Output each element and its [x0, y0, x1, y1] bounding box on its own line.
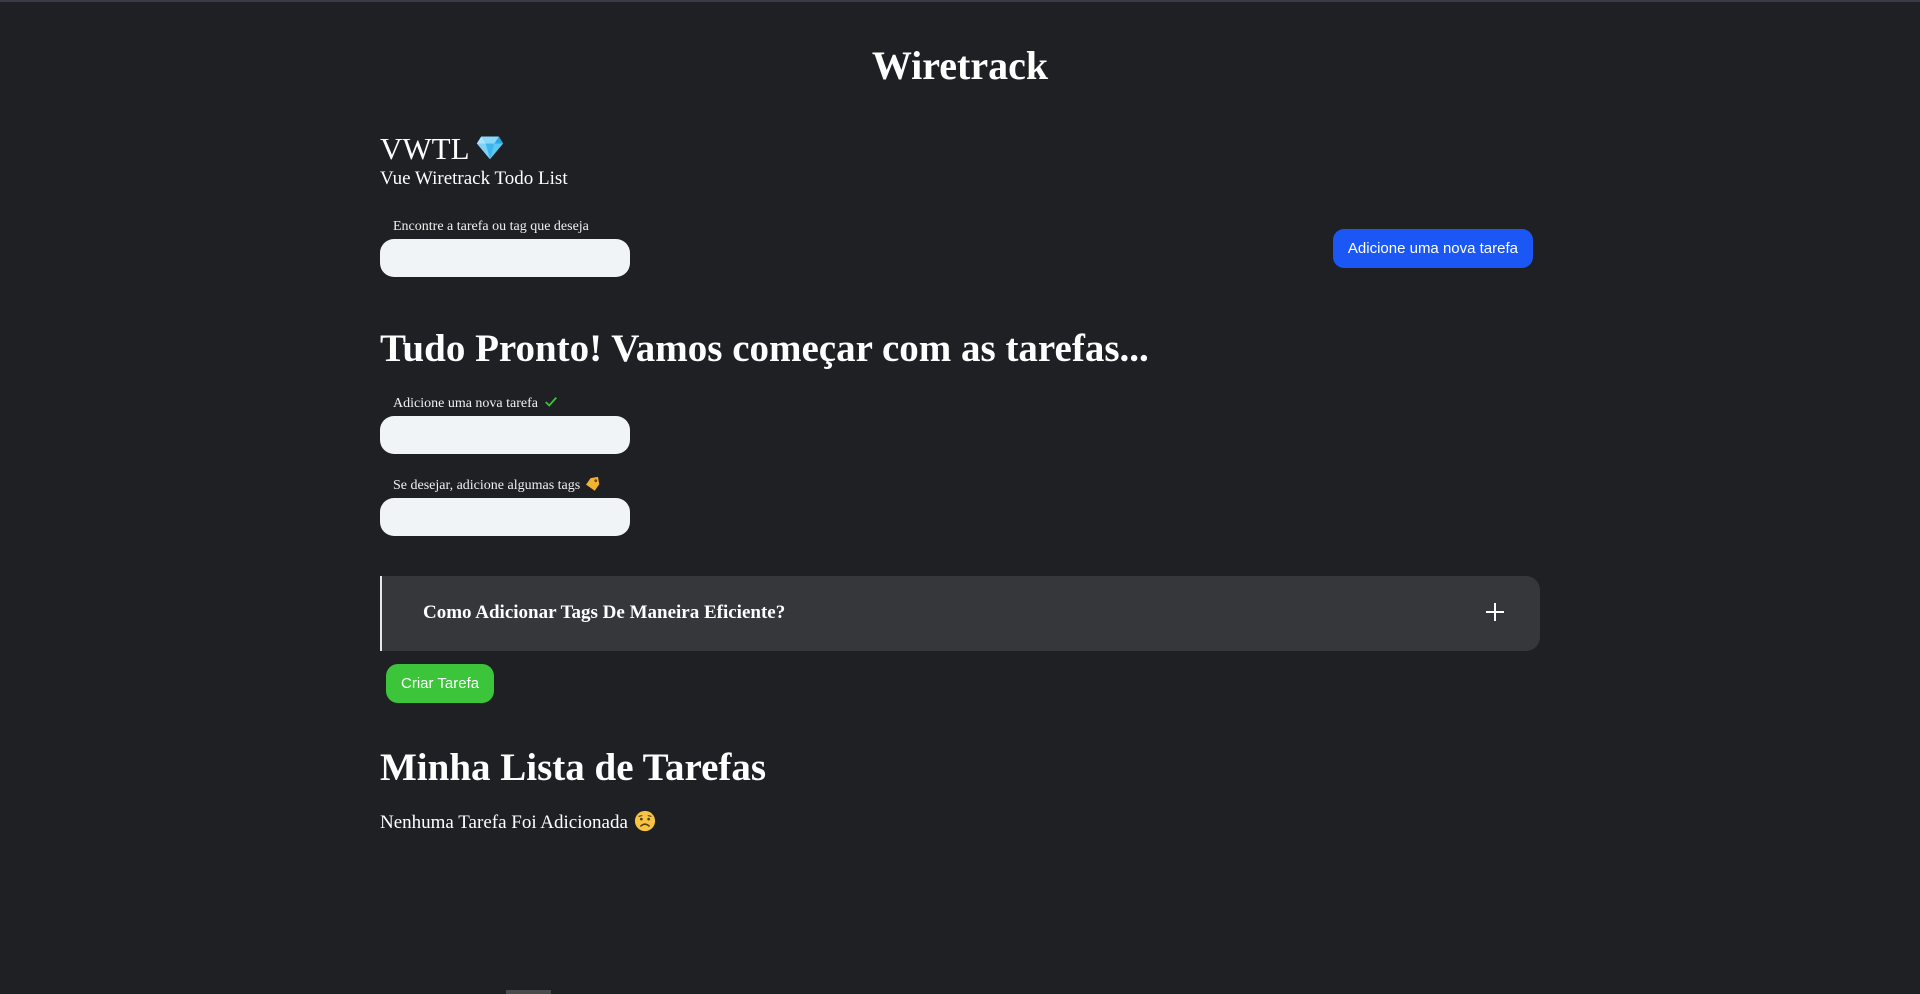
main-container: VWTL Vue Wiretrack Todo List Encontre a … [380, 130, 1540, 836]
brand-block: VWTL Vue Wiretrack Todo List [380, 130, 1540, 192]
create-task-button[interactable]: Criar Tarefa [386, 664, 495, 704]
accordion-title: Como Adicionar Tags De Maneira Eficiente… [423, 602, 786, 624]
plus-icon[interactable] [1485, 602, 1505, 622]
empty-list-message: Nenhuma Tarefa Foi Adicionada [380, 810, 1540, 836]
search-input[interactable] [380, 239, 630, 278]
tags-label-text: Se desejar, adicione algumas tags [393, 477, 581, 493]
horizontal-scrollbar-thumb[interactable] [506, 990, 551, 994]
tags-label: Se desejar, adicione algumas tags [393, 476, 1540, 495]
task-label-text: Adicione uma nova tarefa [393, 395, 538, 411]
sad-face-icon [634, 810, 655, 831]
brand-heading: VWTL [380, 130, 1540, 167]
tag-icon [586, 476, 600, 491]
search-row: Encontre a tarefa ou tag que deseja Adic… [380, 218, 1540, 278]
empty-list-text: Nenhuma Tarefa Foi Adicionada [380, 811, 628, 833]
form-heading: Tudo Pronto! Vamos começar com as tarefa… [380, 326, 1149, 370]
task-field-group: Adicione uma nova tarefa [380, 395, 1540, 454]
check-icon [545, 396, 557, 407]
brand-subtitle: Vue Wiretrack Todo List [380, 168, 568, 190]
tags-field-group: Se desejar, adicione algumas tags [380, 476, 1540, 537]
task-input[interactable] [380, 415, 630, 454]
gem-icon [476, 136, 503, 160]
task-label: Adicione uma nova tarefa [393, 395, 1540, 413]
task-list-heading: Minha Lista de Tarefas [380, 746, 767, 790]
add-new-task-button[interactable]: Adicione uma nova tarefa [1332, 228, 1533, 268]
brand-name: VWTL [380, 131, 470, 166]
page-title: Wiretrack [871, 43, 1049, 88]
window-top-border [0, 0, 1920, 2]
tags-input[interactable] [380, 498, 630, 537]
tags-help-accordion[interactable]: Como Adicionar Tags De Maneira Eficiente… [380, 576, 1540, 652]
